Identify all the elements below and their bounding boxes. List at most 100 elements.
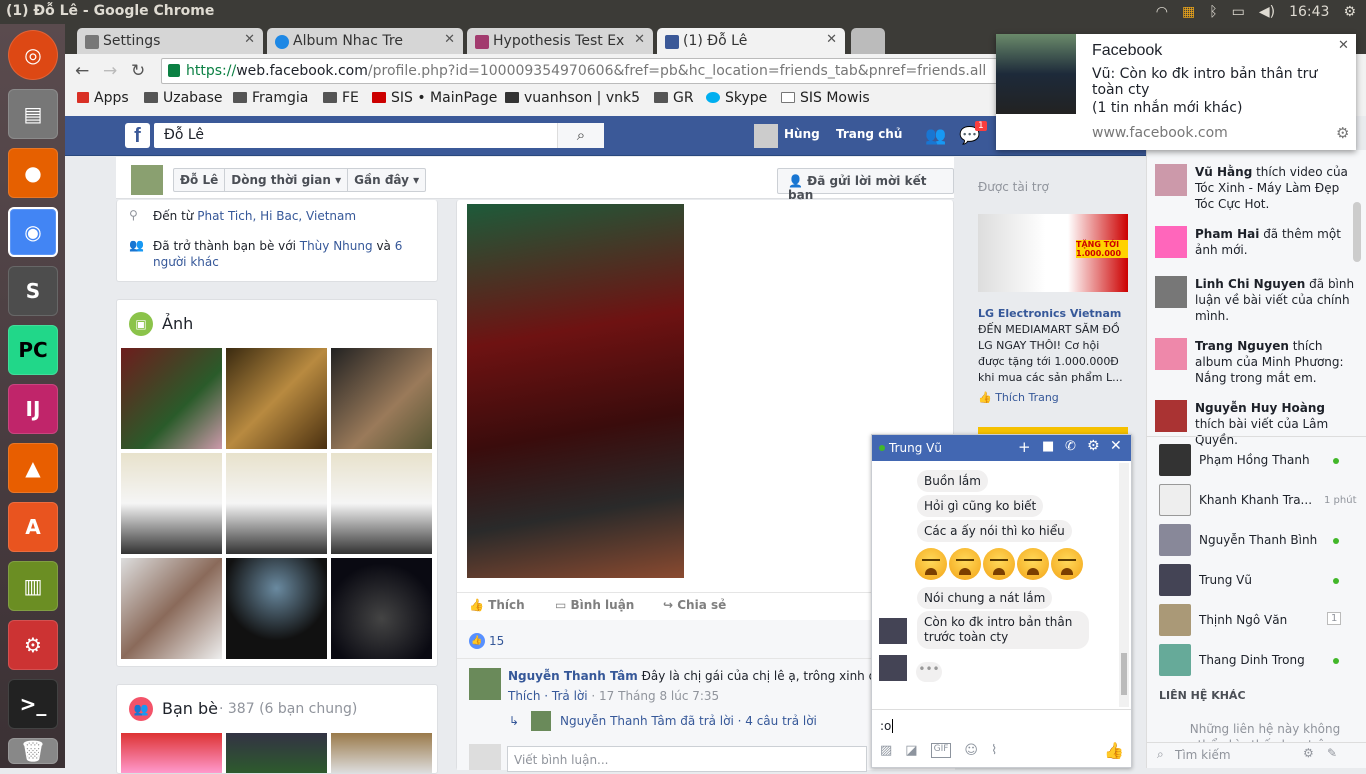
battery-icon[interactable]: ▭	[1232, 4, 1245, 20]
bookmark-fe[interactable]: FE	[323, 90, 359, 106]
avatar[interactable]	[1155, 276, 1187, 308]
like-button[interactable]: 👍 Thích	[469, 598, 525, 612]
vlc-icon[interactable]: ▲	[8, 443, 58, 493]
ticker-item[interactable]: Pham Hai đã thêm một ảnh mới.	[1195, 226, 1355, 258]
ad-image[interactable]: TẶNG TỚI 1.000.000	[978, 214, 1128, 292]
place-link[interactable]: Phat Tich, Hi Bac, Vietnam	[197, 209, 356, 223]
comment-author[interactable]: Nguyễn Thanh Tâm	[508, 669, 638, 683]
tab-facebook[interactable]: (1) Đỗ Lê ✕	[657, 28, 845, 54]
pycharm-icon[interactable]: PC	[8, 325, 58, 375]
bookmark-sis-main[interactable]: SIS • MainPage	[372, 90, 497, 106]
gif-icon[interactable]: GIF	[930, 743, 952, 758]
trash-icon[interactable]: 🗑	[8, 738, 58, 764]
reload-icon[interactable]: ↻	[131, 61, 145, 81]
profile-name-button[interactable]: Đỗ Lê	[174, 169, 226, 191]
notification-popup[interactable]: Facebook Vũ: Còn ko đk intro bản thân tr…	[996, 34, 1356, 150]
clock[interactable]: 16:43	[1289, 4, 1329, 20]
friend-thumbnail[interactable]	[331, 733, 432, 773]
search-input[interactable]: Đỗ Lê	[154, 123, 604, 148]
back-icon[interactable]: ←	[75, 61, 89, 81]
thumbs-up-icon[interactable]: 👍	[1104, 741, 1124, 760]
photo-thumbnail[interactable]	[226, 348, 327, 449]
photo-icon[interactable]: ▨	[880, 743, 892, 758]
contact-row[interactable]: Trung Vũ	[1147, 560, 1366, 600]
dictionary-icon[interactable]: ▥	[8, 561, 58, 611]
bookmark-sis-mowis[interactable]: SIS Mowis	[781, 90, 870, 106]
tab-album[interactable]: Album Nhac Tre ✕	[267, 28, 463, 54]
chrome-icon[interactable]: ◉	[8, 207, 58, 257]
firefox-icon[interactable]: ●	[8, 148, 58, 198]
contact-row[interactable]: Phạm Hồng Thanh	[1147, 440, 1366, 480]
volume-icon[interactable]: ◀)	[1259, 4, 1275, 20]
photo-thumbnail[interactable]	[121, 348, 222, 449]
friend-thumbnail[interactable]	[226, 733, 327, 773]
photos-title[interactable]: Ảnh	[162, 314, 193, 333]
photo-thumbnail[interactable]	[331, 558, 432, 659]
contact-row[interactable]: Khanh Khanh Tra... 1 phút	[1147, 480, 1366, 520]
recent-dropdown[interactable]: Gần đây ▾	[348, 169, 425, 191]
photo-thumbnail[interactable]	[331, 453, 432, 554]
add-person-icon[interactable]: +	[1018, 438, 1031, 456]
bookmark-framgia[interactable]: Framgia	[233, 90, 308, 106]
terminal-icon[interactable]: >_	[8, 679, 58, 729]
avatar[interactable]	[531, 711, 551, 731]
system-settings-icon[interactable]: ⚙	[8, 620, 58, 670]
gear-icon[interactable]: ⚙	[1087, 438, 1100, 454]
home-link[interactable]: Trang chủ	[836, 127, 902, 141]
chat-scrollbar[interactable]	[1119, 463, 1129, 707]
close-icon[interactable]: ✕	[1110, 438, 1122, 454]
intellij-icon[interactable]: IJ	[8, 384, 58, 434]
comment-like-reply[interactable]: Thích · Trả lời	[508, 689, 588, 703]
comment-input[interactable]: Viết bình luận...	[507, 746, 867, 772]
friend-thumbnail[interactable]	[121, 733, 222, 773]
chat-header[interactable]: Trung Vũ + ■ ✆ ⚙ ✕	[872, 435, 1131, 461]
bookmark-vuanhson[interactable]: vuanhson | vnk5	[505, 90, 645, 106]
gear-icon[interactable]: ⚙	[1336, 124, 1349, 142]
chat-input[interactable]: :o	[880, 719, 894, 733]
likes-count[interactable]: 15	[489, 634, 504, 648]
scrollbar[interactable]	[1353, 202, 1361, 262]
avatar[interactable]	[1155, 400, 1187, 432]
wifi-icon[interactable]: ◠	[1156, 4, 1168, 20]
photo-thumbnail[interactable]	[331, 348, 432, 449]
apps-indicator-icon[interactable]: ▦	[1182, 4, 1195, 20]
share-button[interactable]: ↪ Chia sẻ	[663, 598, 726, 612]
contact-row[interactable]: Nguyễn Thanh Bình	[1147, 520, 1366, 560]
photo-thumbnail[interactable]	[226, 453, 327, 554]
contact-row[interactable]: Thang Dinh Trong	[1147, 640, 1366, 680]
ticker-item[interactable]: Linh Chi Nguyen đã bình luận về bài viết…	[1195, 276, 1355, 324]
friend-requests-icon[interactable]: 👥	[925, 126, 946, 146]
timeline-dropdown[interactable]: Dòng thời gian ▾	[225, 169, 349, 191]
close-icon[interactable]: ✕	[634, 32, 645, 47]
sublime-icon[interactable]: S	[8, 266, 58, 316]
address-bar[interactable]: https://web.facebook.com/profile.php?id=…	[161, 58, 1106, 84]
avatar[interactable]	[1155, 226, 1187, 258]
avatar[interactable]	[1155, 164, 1187, 196]
chat-title[interactable]: Trung Vũ	[889, 441, 942, 455]
software-center-icon[interactable]: A	[8, 502, 58, 552]
comment-button[interactable]: ▭ Bình luận	[555, 598, 634, 612]
friend-request-sent-button[interactable]: 👤 Đã gửi lời mời kết bạn	[777, 168, 954, 202]
ubuntu-dash-icon[interactable]: ◎	[8, 30, 58, 80]
close-icon[interactable]: ✕	[1338, 38, 1349, 53]
ticker-item[interactable]: Vũ Hằng thích video của Tóc Xinh - Máy L…	[1195, 164, 1355, 212]
bookmark-apps[interactable]: Apps	[77, 90, 129, 106]
files-icon[interactable]: ▤	[8, 89, 58, 139]
bookmark-uzabase[interactable]: Uzabase	[144, 90, 223, 106]
avatar[interactable]	[1155, 338, 1187, 370]
avatar[interactable]	[469, 668, 501, 700]
photo-thumbnail[interactable]	[121, 558, 222, 659]
ad-advertiser[interactable]: LG Electronics Vietnam	[978, 307, 1121, 320]
compose-icon[interactable]: ✎	[1327, 746, 1337, 760]
avatar[interactable]	[754, 124, 778, 148]
tab-hypothesis[interactable]: Hypothesis Test Ex ✕	[467, 28, 653, 54]
new-tab-button[interactable]	[851, 28, 885, 54]
settings-gear-icon[interactable]: ⚙	[1343, 4, 1356, 20]
search-icon[interactable]: ⌕	[557, 123, 604, 148]
tab-settings[interactable]: Settings ✕	[77, 28, 263, 54]
bluetooth-icon[interactable]: ᛒ	[1209, 4, 1217, 20]
sidebar-search-input[interactable]: Tìm kiếm	[1175, 748, 1231, 762]
avatar[interactable]	[131, 165, 163, 195]
close-icon[interactable]: ✕	[444, 32, 455, 47]
bookmark-gr[interactable]: GR	[654, 90, 694, 106]
